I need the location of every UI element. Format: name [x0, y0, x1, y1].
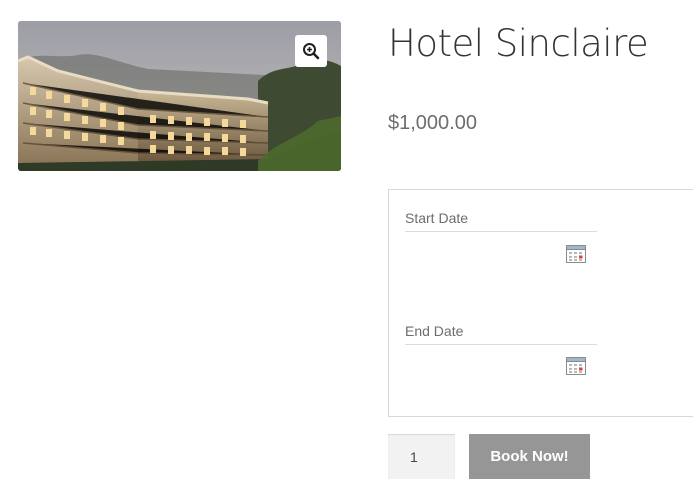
product-title: Hotel Sinclaire — [388, 22, 649, 65]
booking-form: Start Date End Date — [388, 189, 693, 417]
end-date-calendar-icon[interactable] — [566, 357, 586, 375]
end-date-label: End Date — [405, 323, 597, 345]
book-now-button[interactable]: Book Now! — [469, 434, 590, 479]
product-image[interactable] — [18, 21, 341, 171]
start-date-calendar-icon[interactable] — [566, 245, 586, 263]
quantity-input[interactable] — [388, 434, 455, 479]
magnifier-plus-icon — [303, 43, 320, 60]
zoom-button[interactable] — [295, 35, 327, 67]
start-date-field: Start Date — [405, 210, 597, 263]
start-date-label: Start Date — [405, 210, 597, 232]
product-price: $1,000.00 — [388, 112, 477, 134]
end-date-field: End Date — [405, 323, 597, 375]
hotel-photo — [18, 21, 341, 171]
